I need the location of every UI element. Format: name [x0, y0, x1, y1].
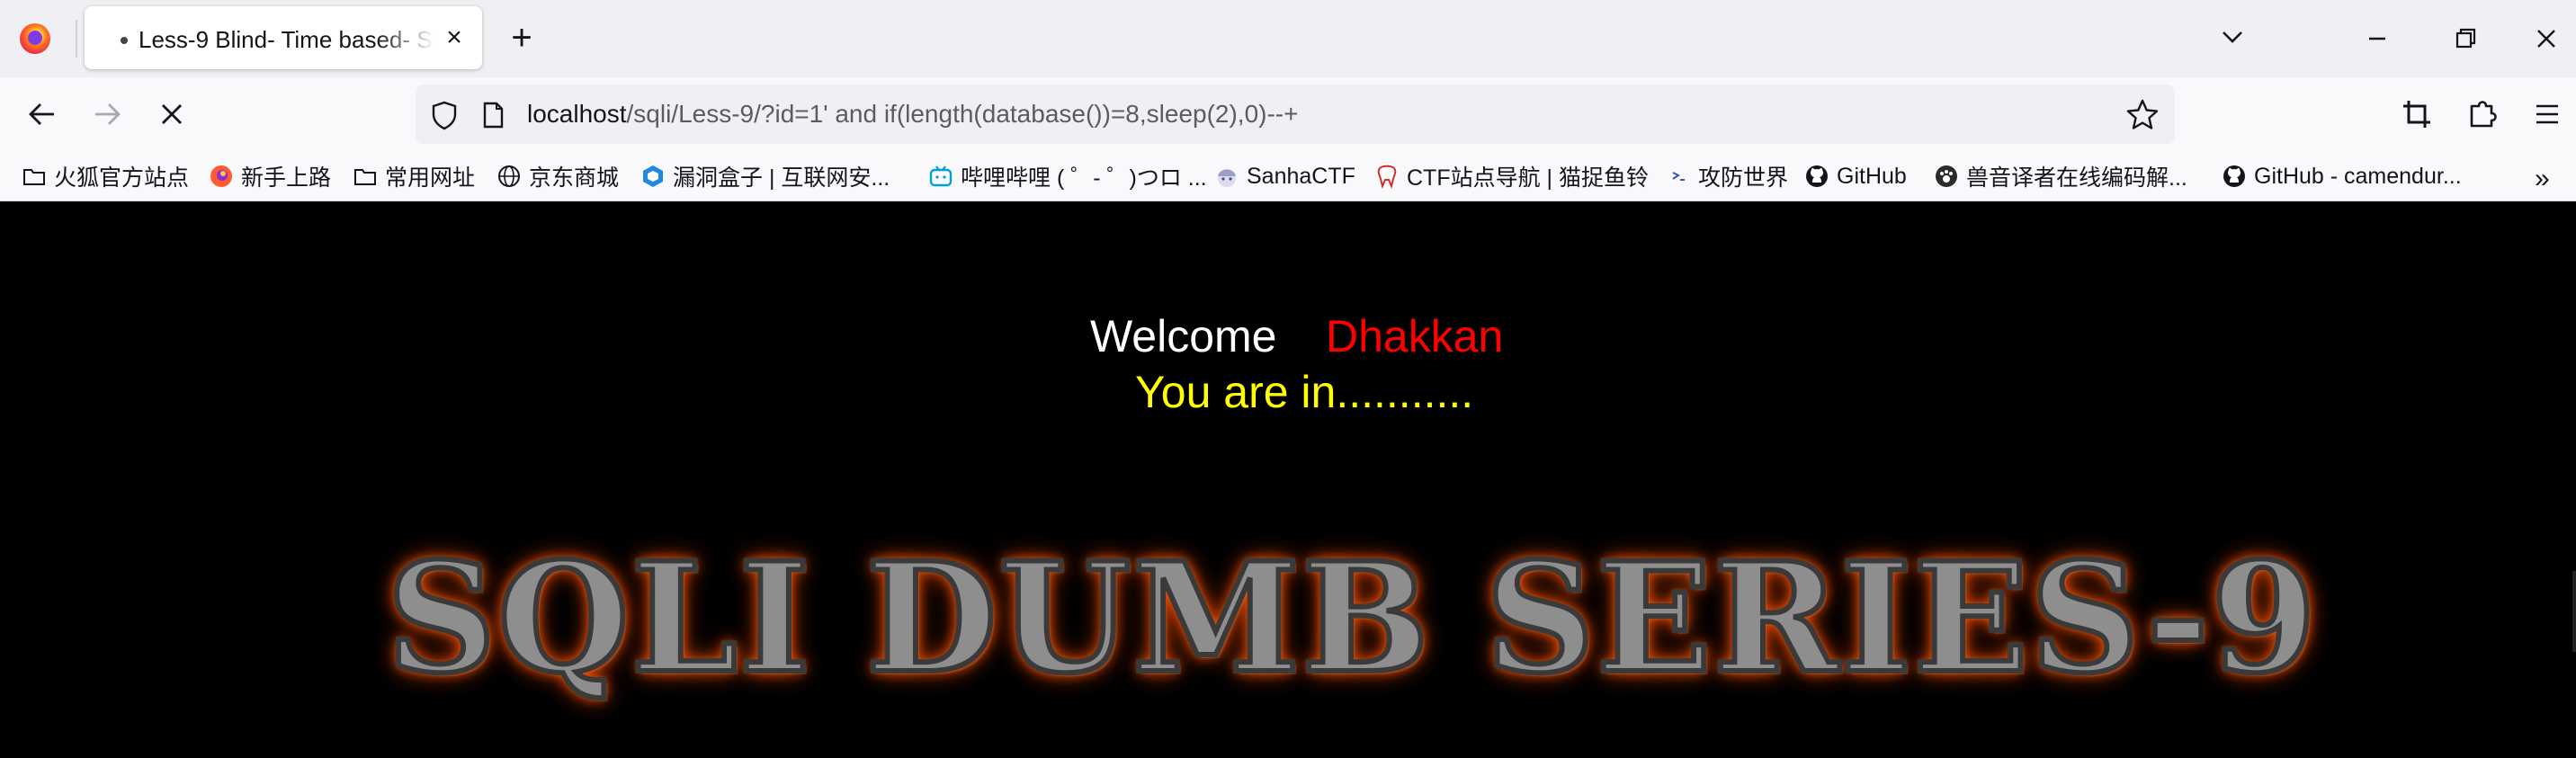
- tab-title: Less-9 Blind- Time based- Single Quotes-…: [139, 26, 435, 53]
- bookmark-star-icon[interactable]: [2124, 97, 2160, 133]
- tab-strip: Less-9 Blind- Time based- Single Quotes-…: [0, 0, 2576, 77]
- bookmark-label: SanhaCTF: [1247, 163, 1355, 189]
- scrollbar[interactable]: [2572, 571, 2576, 652]
- cube-icon: [640, 164, 666, 189]
- bookmark-label: 哔哩哔哩 ( ゜- ゜)つロ ...: [961, 165, 1207, 191]
- forward-arrow-icon[interactable]: [86, 94, 128, 135]
- page-icon[interactable]: [477, 99, 509, 131]
- bookmark-item[interactable]: GitHub - camendur...: [2222, 160, 2462, 192]
- tab-active[interactable]: Less-9 Blind- Time based- Single Quotes-…: [85, 6, 482, 69]
- extensions-puzzle-icon[interactable]: [2463, 94, 2504, 135]
- minimize-icon[interactable]: [2355, 16, 2400, 61]
- url-path: /sqli/Less-9/?id=1' and if(length(databa…: [626, 100, 1299, 128]
- stop-loading-icon[interactable]: [151, 94, 192, 135]
- bookmark-item[interactable]: SanhaCTF: [1214, 160, 1355, 192]
- bilibili-icon: [928, 164, 953, 189]
- tab-list-chevron-down-icon[interactable]: [2213, 20, 2252, 56]
- welcome-text: Welcome: [1090, 311, 1277, 361]
- tab-loading-dot-icon: [121, 37, 128, 44]
- bookmark-label: 火狐官方站点: [54, 165, 190, 191]
- bookmark-item[interactable]: 新手上路: [209, 160, 331, 192]
- paw-icon: [1934, 164, 1959, 189]
- bookmark-label: 京东商城: [529, 165, 620, 191]
- github-icon: [2222, 164, 2247, 189]
- flag-icon: [1666, 164, 1691, 189]
- new-tab-button[interactable]: +: [502, 18, 541, 58]
- bookmark-item[interactable]: 常用网址: [353, 160, 475, 192]
- folder-icon: [22, 164, 47, 189]
- restore-icon[interactable]: [2443, 16, 2488, 61]
- user-name: Dhakkan: [1326, 311, 1504, 361]
- close-window-icon[interactable]: [2524, 16, 2569, 61]
- navigation-bar: localhost/sqli/Less-9/?id=1' and if(leng…: [0, 77, 2576, 151]
- url-bar[interactable]: localhost/sqli/Less-9/?id=1' and if(leng…: [416, 85, 2175, 144]
- menu-hamburger-icon[interactable]: [2527, 94, 2569, 135]
- bookmarks-overflow-chevron-icon[interactable]: »: [2535, 164, 2550, 194]
- bookmark-item[interactable]: 攻防世界: [1666, 160, 1788, 192]
- bookmark-label: 攻防世界: [1698, 165, 1789, 191]
- bookmark-label: GitHub - camendur...: [2254, 163, 2462, 189]
- bookmark-label: 常用网址: [385, 165, 476, 191]
- back-arrow-icon[interactable]: [22, 94, 63, 135]
- bookmark-item[interactable]: CTF站点导航 | 猫捉鱼铃: [1374, 160, 1649, 192]
- bookmark-label: 漏洞盒子 | 互联网安...: [673, 165, 890, 191]
- bookmark-label: 新手上路: [241, 165, 332, 191]
- bookmarks-toolbar: 火狐官方站点 新手上路 常用网址 京东商城 漏洞盒子 | 互联网安... 哔哩哔…: [0, 151, 2576, 201]
- bookmark-item[interactable]: GitHub: [1804, 160, 1907, 192]
- firefox-icon: [209, 164, 234, 189]
- status-message: You are in...........: [1135, 367, 1474, 417]
- screenshot-crop-icon[interactable]: [2396, 94, 2437, 135]
- bookmark-item[interactable]: 漏洞盒子 | 互联网安...: [640, 160, 890, 192]
- anime-icon: [1214, 164, 1239, 189]
- bookmark-label: CTF站点导航 | 猫捉鱼铃: [1407, 165, 1649, 191]
- tab-separator: [76, 20, 77, 58]
- firefox-logo-icon[interactable]: [20, 23, 50, 54]
- folder-icon: [353, 164, 378, 189]
- github-icon: [1804, 164, 1829, 189]
- bookmark-label: GitHub: [1837, 163, 1907, 189]
- globe-icon: [496, 164, 522, 189]
- bookmark-item[interactable]: 哔哩哔哩 ( ゜- ゜)つロ ...: [928, 160, 1207, 192]
- shield-icon[interactable]: [428, 99, 461, 131]
- tooth-icon: [1374, 164, 1400, 189]
- url-text[interactable]: localhost/sqli/Less-9/?id=1' and if(leng…: [527, 100, 1298, 129]
- page-content: Welcome Dhakkan You are in........... SQ…: [0, 202, 2576, 758]
- series-banner-title: SQLI DUMB SERIES-9: [384, 529, 2319, 707]
- tab-close-icon[interactable]: ×: [443, 24, 466, 51]
- bookmark-label: 兽音译者在线编码解...: [1966, 165, 2187, 191]
- bookmark-item[interactable]: 火狐官方站点: [22, 160, 189, 192]
- bookmark-item[interactable]: 兽音译者在线编码解...: [1934, 160, 2187, 192]
- url-host: localhost: [527, 100, 627, 128]
- bookmark-item[interactable]: 京东商城: [496, 160, 619, 192]
